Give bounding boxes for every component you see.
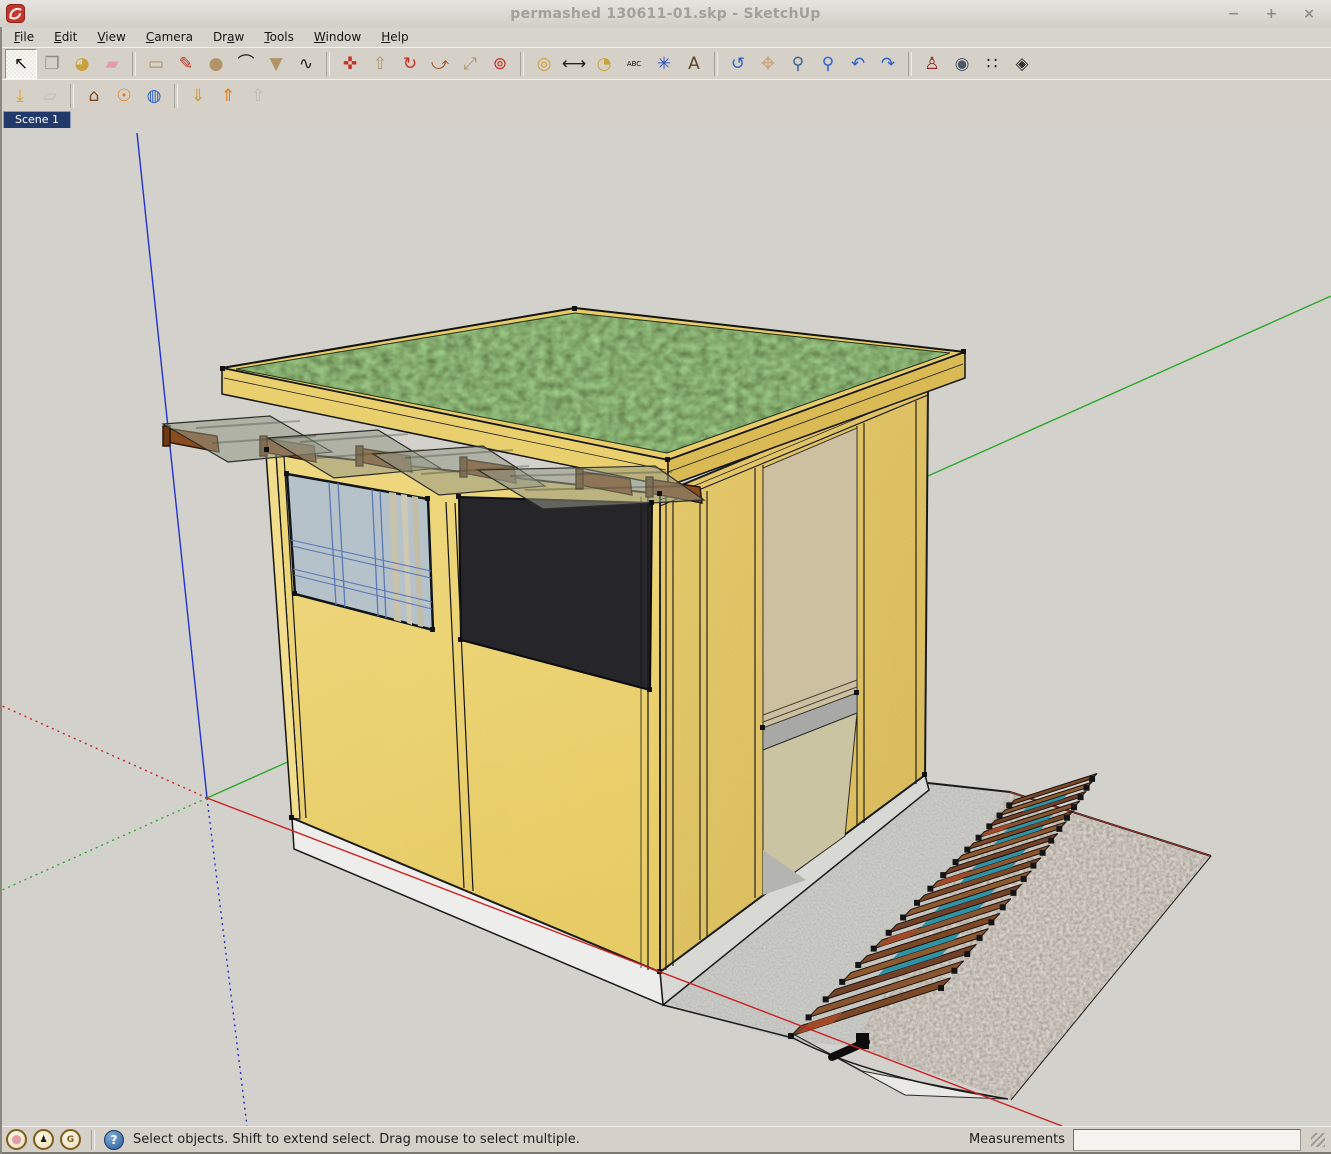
scene-tab-strip: Scene 1	[0, 111, 1331, 129]
toolbar-separator	[326, 52, 330, 76]
text-tool[interactable]: ABC	[619, 50, 649, 78]
polygon-tool[interactable]: ▼	[261, 50, 291, 78]
minimize-button[interactable]: −	[1228, 6, 1240, 22]
statusbar-separator	[91, 1129, 95, 1150]
toolbar-separator	[174, 84, 178, 108]
protractor-tool[interactable]: ◔	[589, 50, 619, 78]
toolbar-separator	[70, 84, 74, 108]
axes-tool[interactable]: ✳	[649, 50, 679, 78]
door-panel	[762, 427, 858, 729]
help-icon[interactable]: ?	[104, 1129, 124, 1150]
close-button[interactable]: ×	[1303, 6, 1315, 22]
follow-me-tool[interactable]: ⤻	[425, 50, 455, 78]
menu-view[interactable]: View	[87, 28, 135, 47]
3d-text-tool[interactable]: A	[679, 50, 709, 78]
position-camera-tool[interactable]: ♙	[917, 50, 947, 78]
zoom-tool[interactable]: ⚲	[783, 50, 813, 78]
menu-help[interactable]: Help	[371, 28, 418, 47]
maximize-button[interactable]: +	[1266, 6, 1278, 22]
google-earth-button[interactable]: ◍	[139, 82, 169, 110]
tape-measure-tool[interactable]: ◎	[529, 50, 559, 78]
menu-camera[interactable]: Camera	[136, 28, 203, 47]
photo-textures-button[interactable]: ⌂	[79, 82, 109, 110]
geo-location-status-icon[interactable]: ⬤	[6, 1129, 27, 1150]
move-tool[interactable]: ✜	[335, 50, 365, 78]
scene-tab-scene1[interactable]: Scene 1	[3, 111, 72, 128]
measurements-input[interactable]	[1073, 1128, 1301, 1151]
orbit-tool[interactable]: ↺	[723, 50, 753, 78]
menu-window[interactable]: Window	[304, 28, 371, 47]
rotate-tool[interactable]: ↻	[395, 50, 425, 78]
sign-in-status-icon[interactable]: G	[60, 1129, 81, 1150]
zoom-extents-tool[interactable]: ⚲	[813, 50, 843, 78]
toolbar-separator	[908, 52, 912, 76]
push-pull-tool[interactable]: ⇧	[365, 50, 395, 78]
paint-bucket-tool[interactable]: ◕	[67, 50, 97, 78]
pan-tool[interactable]: ✥	[753, 50, 783, 78]
resize-grip[interactable]	[1311, 1132, 1325, 1147]
upload-model-button[interactable]: ⇑	[213, 82, 243, 110]
arc-tool[interactable]: ⌒	[231, 50, 261, 78]
toolbar-separator	[132, 52, 136, 76]
google-toolbar: ⤓ ▱ ⌂ ☉ ◍ ⇓ ⇑ ⇧	[0, 79, 1331, 113]
status-bar: ⬤ ♟ G ? Select objects. Shift to extend se…	[0, 1126, 1331, 1154]
walk-tool[interactable]: ∷	[977, 50, 1007, 78]
share-component-button[interactable]: ⇧	[243, 82, 273, 110]
toolbar-separator	[520, 52, 524, 76]
model-scene	[0, 128, 1331, 1126]
rectangle-tool[interactable]: ▭	[141, 50, 171, 78]
make-component-tool[interactable]: ❐	[37, 50, 67, 78]
section-plane-tool[interactable]: ◈	[1007, 50, 1037, 78]
sketchup-logo-icon	[6, 4, 25, 23]
status-message: Select objects. Shift to extend select. …	[133, 1132, 580, 1147]
get-models-button[interactable]: ⇓	[183, 82, 213, 110]
line-tool[interactable]: ✎	[171, 50, 201, 78]
eraser-tool[interactable]: ▰	[97, 50, 127, 78]
credit-attribution-status-icon[interactable]: ♟	[33, 1129, 54, 1150]
menu-edit[interactable]: Edit	[44, 28, 87, 47]
next-view-tool[interactable]: ↷	[873, 50, 903, 78]
circle-tool[interactable]: ●	[201, 50, 231, 78]
toolbar-separator	[714, 52, 718, 76]
menu-tools[interactable]: Tools	[254, 28, 304, 47]
dimension-tool[interactable]: ⟷	[559, 50, 589, 78]
menu-draw[interactable]: Draw	[203, 28, 254, 47]
select-tool[interactable]: ↖	[5, 49, 37, 79]
measurements-label: Measurements	[968, 1132, 1065, 1147]
offset-tool[interactable]: ⊚	[485, 50, 515, 78]
window-left-frame	[0, 27, 2, 1154]
previous-view-tool[interactable]: ↶	[843, 50, 873, 78]
title-bar: permashed 130611-01.skp - SketchUp − + ×	[0, 0, 1331, 28]
add-location-button[interactable]: ☉	[109, 82, 139, 110]
toggle-terrain-button[interactable]: ▱	[35, 82, 65, 110]
get-current-view-button[interactable]: ⤓	[5, 82, 35, 110]
freehand-tool[interactable]: ∿	[291, 50, 321, 78]
scale-tool[interactable]: ⤢	[455, 50, 485, 78]
menu-bar: File Edit View Camera Draw Tools Window …	[0, 27, 1331, 48]
window-title: permashed 130611-01.skp - SketchUp	[510, 5, 821, 22]
look-around-tool[interactable]: ◉	[947, 50, 977, 78]
menu-file[interactable]: File	[4, 28, 44, 47]
viewport-canvas[interactable]	[0, 128, 1331, 1126]
main-toolbar: ↖ ❐ ◕ ▰ ▭ ✎ ● ⌒ ▼ ∿ ✜ ⇧ ↻ ⤻ ⤢ ⊚ ◎ ⟷ ◔ ABC ✳ A ↺ ✥ ⚲ ⚲ ↶ ↷ ♙ ◉ ∷ ◈	[0, 47, 1331, 81]
